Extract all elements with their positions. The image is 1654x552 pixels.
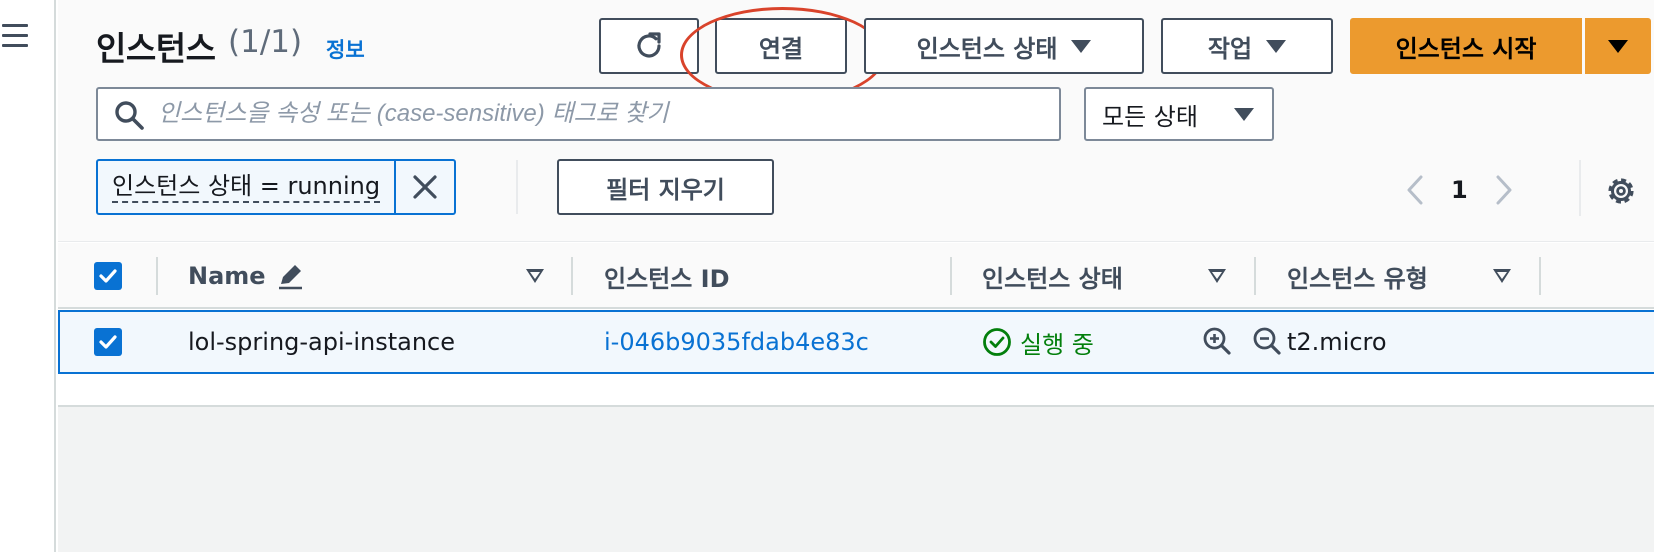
instance-search-field[interactable] [96,87,1061,141]
actions-dropdown-button[interactable]: 작업 [1161,18,1333,74]
chevron-left-icon[interactable] [1405,174,1425,206]
column-header-name-label: Name [188,262,266,290]
caret-down-icon [1071,39,1092,53]
column-header-instance-state-label: 인스턴스 상태 [982,264,1123,293]
instance-count: (1/1) [228,24,303,60]
column-separator [1539,257,1541,295]
close-icon [413,175,437,199]
filter-token-label: 인스턴스 상태 = running [112,171,381,203]
sort-indicator-icon[interactable] [1493,269,1511,283]
instance-state-text: 실행 중 [1020,330,1094,359]
checkmark-icon [99,335,117,349]
caret-down-icon [1233,107,1254,121]
state-filter-select[interactable]: 모든 상태 [1084,87,1274,141]
gear-icon[interactable] [1604,174,1638,208]
column-header-instance-type[interactable]: 인스턴스 유형 [1287,243,1428,309]
pagination-divider [1579,160,1581,216]
column-header-instance-id-label: 인스턴스 ID [604,264,730,293]
refresh-button[interactable] [599,18,699,74]
filter-token-label-wrap[interactable]: 인스턴스 상태 = running [98,161,394,213]
instances-panel: 인스턴스 (1/1) 정보 연결 인스턴스 상태 작업 인스턴스 시작 인스턴스… [58,0,1654,407]
cell-instance-state: 실행 중 [982,312,1094,372]
connect-button-label: 연결 [758,34,804,63]
select-all-checkbox[interactable] [94,262,122,290]
column-header-instance-id[interactable]: 인스턴스 ID [604,243,730,309]
pagination: 1 [1405,172,1514,208]
page-title: 인스턴스 [96,29,216,68]
column-separator [1254,257,1256,295]
column-separator [156,257,158,295]
cell-name: lol-spring-api-instance [188,328,455,356]
launch-instances-dropdown-button[interactable] [1585,18,1651,74]
sort-indicator-icon[interactable] [526,269,544,283]
column-separator [571,257,573,295]
table-header: Name 인스턴스 ID 인스턴스 상태 인스턴스 유형 [58,243,1654,309]
panel-header: 인스턴스 (1/1) 정보 연결 인스턴스 상태 작업 인스턴스 시작 인스턴스… [58,0,1654,242]
instance-id-link[interactable]: i-046b9035fdab4e83c [604,312,869,372]
search-input[interactable] [158,95,1048,133]
instance-state-dropdown-button[interactable]: 인스턴스 상태 [864,18,1144,74]
column-header-name[interactable]: Name [188,243,304,309]
chevron-right-icon[interactable] [1494,174,1514,206]
clear-filters-button[interactable]: 필터 지우기 [557,159,774,215]
remove-filter-button[interactable] [394,161,454,213]
launch-instances-button[interactable]: 인스턴스 시작 [1350,18,1582,74]
actions-button-label: 작업 [1207,34,1253,63]
column-header-instance-type-label: 인스턴스 유형 [1287,264,1428,293]
column-separator [950,257,952,295]
table-row[interactable]: lol-spring-api-instance i-046b9035fdab4e… [58,310,1654,374]
clear-filters-label: 필터 지우기 [606,175,725,204]
current-page-number[interactable]: 1 [1451,176,1468,204]
cell-instance-type: t2.micro [1287,328,1387,356]
instance-state-button-label: 인스턴스 상태 [916,34,1058,63]
row-checkbox[interactable] [94,328,122,356]
toolbar-divider [516,160,518,214]
state-filter-value: 모든 상태 [1102,102,1198,131]
search-icon [115,101,144,130]
hamburger-menu-icon[interactable] [0,24,30,50]
column-header-instance-state[interactable]: 인스턴스 상태 [982,243,1123,309]
check-circle-icon [983,328,1011,356]
pencil-edit-icon [278,265,302,290]
filter-token[interactable]: 인스턴스 상태 = running [96,159,457,215]
refresh-icon [637,32,661,58]
sort-indicator-icon[interactable] [1208,269,1226,283]
zoom-in-icon[interactable] [1202,326,1232,356]
checkmark-icon [99,269,117,283]
left-navigation-rail [0,0,56,552]
info-link[interactable]: 정보 [326,34,365,64]
main-content: 인스턴스 (1/1) 정보 연결 인스턴스 상태 작업 인스턴스 시작 인스턴스… [58,0,1654,552]
caret-down-icon [1266,39,1287,53]
state-zoom-controls [1202,326,1282,356]
zoom-out-icon[interactable] [1252,326,1282,356]
connect-button[interactable]: 연결 [715,18,847,74]
launch-button-label: 인스턴스 시작 [1395,34,1537,63]
caret-down-icon [1608,39,1628,53]
